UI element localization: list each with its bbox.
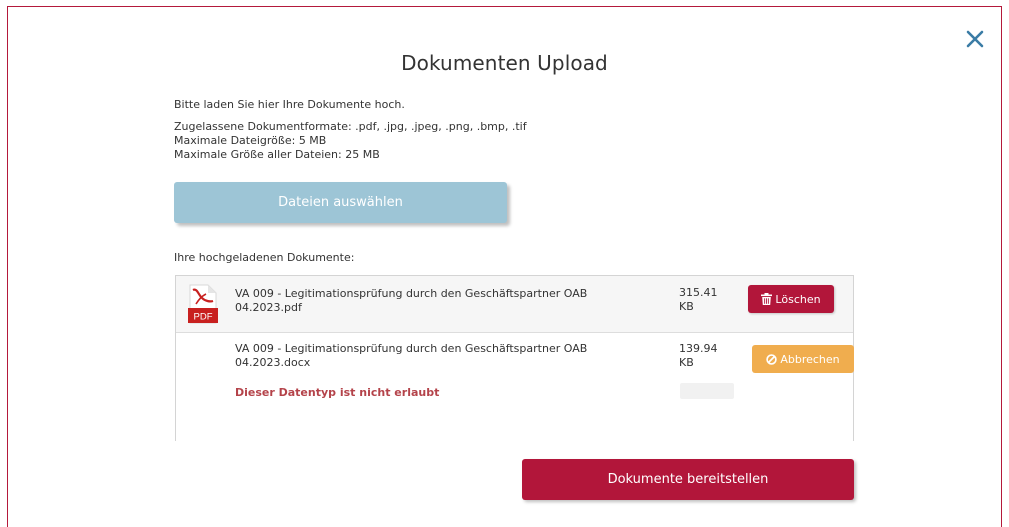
close-icon[interactable] bbox=[961, 25, 989, 53]
delete-button-label: Löschen bbox=[775, 292, 821, 306]
abort-button[interactable]: Abbrechen bbox=[752, 345, 854, 373]
intro-text: Bitte laden Sie hier Ihre Dokumente hoch… bbox=[174, 98, 405, 111]
allowed-formats-text: Zugelassene Dokumentformate: .pdf, .jpg,… bbox=[174, 120, 527, 133]
delete-button[interactable]: Löschen bbox=[748, 285, 834, 313]
file-row: PDF VA 009 - Legitimationsprüfung durch … bbox=[176, 276, 853, 333]
max-file-size-text: Maximale Dateigröße: 5 MB bbox=[174, 134, 327, 147]
max-total-size-text: Maximale Größe aller Dateien: 25 MB bbox=[174, 148, 380, 161]
ban-icon bbox=[766, 353, 778, 365]
abort-button-label: Abbrechen bbox=[780, 352, 840, 366]
file-size: 139.94 KB bbox=[679, 342, 718, 369]
trash-icon bbox=[761, 293, 773, 305]
file-size: 315.41 KB bbox=[679, 286, 718, 313]
uploaded-documents-heading: Ihre hochgeladenen Dokumente: bbox=[174, 251, 355, 264]
dialog-title: Dokumenten Upload bbox=[401, 51, 608, 75]
upload-progress-bar bbox=[680, 383, 734, 399]
submit-documents-button[interactable]: Dokumente bereitstellen bbox=[522, 459, 854, 500]
file-name: VA 009 - Legitimationsprüfung durch den … bbox=[235, 342, 588, 369]
pdf-file-icon: PDF bbox=[188, 284, 218, 324]
file-row: VA 009 - Legitimationsprüfung durch den … bbox=[176, 333, 854, 441]
select-files-button[interactable]: Dateien auswählen bbox=[174, 182, 507, 223]
upload-dialog: Dokumenten Upload Bitte laden Sie hier I… bbox=[7, 6, 1002, 527]
uploaded-files-list: PDF VA 009 - Legitimationsprüfung durch … bbox=[175, 275, 854, 441]
file-name: VA 009 - Legitimationsprüfung durch den … bbox=[235, 287, 588, 314]
pdf-icon-label: PDF bbox=[194, 312, 213, 323]
file-type-error: Dieser Datentyp ist nicht erlaubt bbox=[235, 386, 440, 399]
